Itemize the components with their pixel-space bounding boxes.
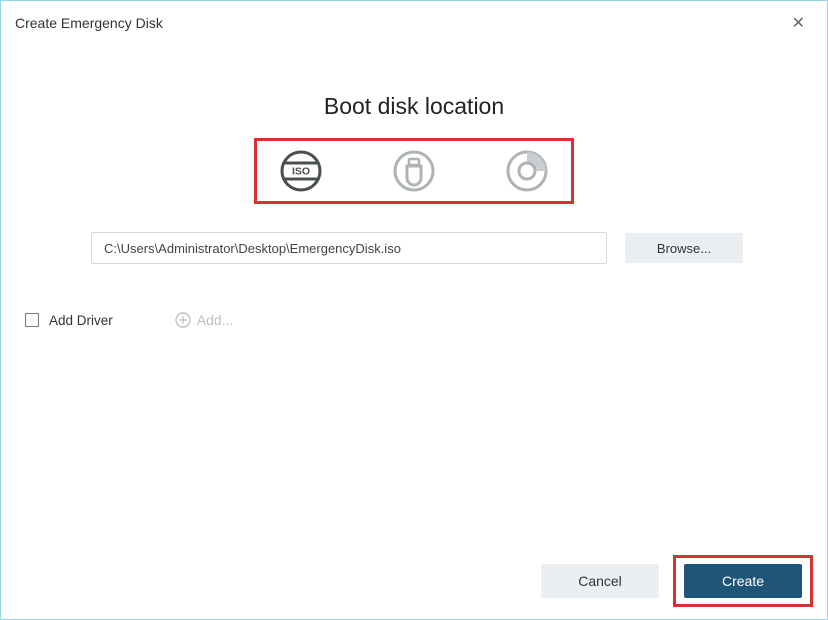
dialog-footer: Cancel Create [541, 555, 813, 607]
create-button[interactable]: Create [684, 564, 802, 598]
cd-icon [505, 149, 549, 193]
add-driver-checkbox[interactable] [25, 313, 39, 327]
disk-type-selector: ISO [277, 147, 551, 195]
iso-icon: ISO [279, 149, 323, 193]
svg-text:ISO: ISO [292, 166, 310, 178]
close-icon[interactable]: ✕ [786, 11, 811, 35]
driver-row: Add Driver Add... [25, 312, 827, 328]
create-highlight: Create [673, 555, 813, 607]
window-title: Create Emergency Disk [15, 15, 163, 31]
cd-option[interactable] [503, 147, 551, 195]
usb-option[interactable] [390, 147, 438, 195]
add-driver-button-label: Add... [197, 312, 234, 328]
usb-icon [392, 149, 436, 193]
browse-button[interactable]: Browse... [625, 233, 743, 263]
cancel-button[interactable]: Cancel [541, 564, 659, 598]
titlebar: Create Emergency Disk ✕ [1, 1, 827, 45]
add-driver-button[interactable]: Add... [175, 312, 234, 328]
iso-option[interactable]: ISO [277, 147, 325, 195]
path-input[interactable] [91, 232, 607, 264]
disk-type-highlight: ISO [254, 138, 574, 204]
add-driver-label: Add Driver [49, 313, 113, 328]
page-heading: Boot disk location [1, 93, 827, 120]
path-row: Browse... [91, 232, 743, 264]
plus-circle-icon [175, 312, 191, 328]
